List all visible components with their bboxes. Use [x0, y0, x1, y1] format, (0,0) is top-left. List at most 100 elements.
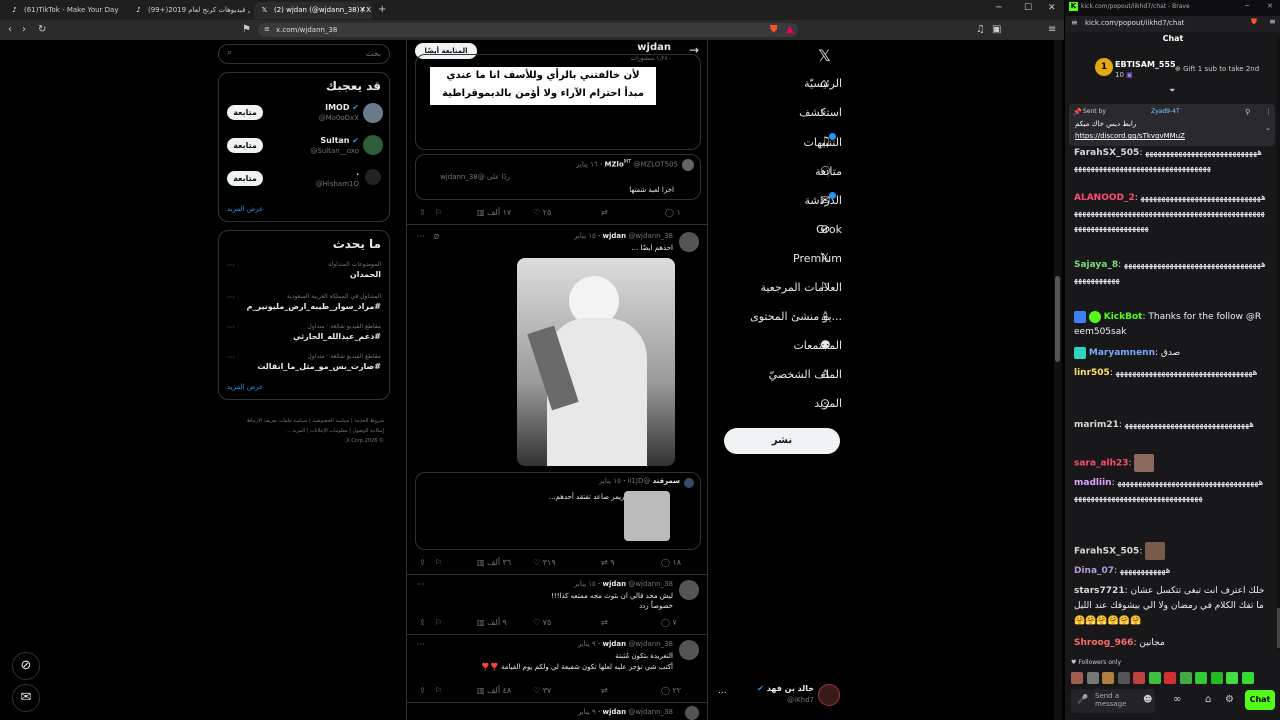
tweet-author[interactable]: MZlo — [605, 160, 624, 168]
user-name[interactable]: IMOD — [325, 103, 349, 112]
more-options-icon[interactable]: ··· — [417, 232, 425, 241]
more-options-icon[interactable]: ... — [718, 686, 727, 696]
trend-item[interactable]: الحمدان — [350, 270, 381, 279]
send-message-input[interactable]: 🎤 Send a message ☻ — [1071, 689, 1155, 713]
like-icon[interactable]: ♡ ٢٥ — [533, 208, 551, 217]
tab-youtube[interactable]: ♪ (99+)أفضل فيديوهات كرنج لعام 2019 — [128, 2, 250, 19]
tweet-author[interactable]: wjdan — [602, 708, 626, 716]
nav-home[interactable]: الرئيسيّة — [804, 77, 842, 90]
bookmark-icon[interactable]: ⚐ — [435, 558, 442, 567]
retweet-icon[interactable]: ⇄ ٩ — [601, 558, 615, 567]
emote-image[interactable] — [1117, 672, 1130, 684]
chat-username[interactable]: Sajaya_8 — [1074, 260, 1118, 270]
like-icon[interactable]: ♡ ٣١٩ — [533, 558, 556, 567]
views-icon[interactable]: ▥ ٣٦ ألف — [477, 558, 511, 567]
close-window-icon[interactable]: ✕ — [1048, 3, 1056, 13]
avatar[interactable] — [365, 169, 381, 185]
share-icon[interactable]: ⇪ — [419, 558, 426, 567]
nav-chat[interactable]: الدردشة — [804, 194, 842, 207]
user-name[interactable]: Sultan — [320, 136, 349, 145]
messages-fab-icon[interactable]: ✉ — [12, 684, 40, 712]
chat-username[interactable]: stars7721 — [1074, 586, 1125, 596]
address-bar[interactable]: ≡ x.com/wjdann_38 — [258, 23, 798, 37]
nav-more[interactable]: المزيد — [814, 397, 842, 410]
emote-image[interactable] — [1148, 672, 1161, 684]
retweet-icon[interactable]: ⇄ — [601, 686, 608, 695]
chat-username[interactable]: Maryamnenn — [1089, 348, 1155, 358]
bookmark-icon[interactable]: ⚐ — [435, 618, 442, 627]
views-icon[interactable]: ▥ ٤٨ ألف — [477, 686, 511, 695]
emote-image[interactable] — [1195, 672, 1207, 684]
more-options-icon[interactable]: ··· — [227, 261, 235, 270]
chat-username[interactable]: KickBot — [1104, 312, 1143, 322]
top-gifter-name[interactable]: EBTISAM_555 — [1115, 60, 1176, 69]
emote-image[interactable] — [1179, 672, 1192, 684]
tab-tiktok[interactable]: ♪ (61)TikTok - Make Your Day — [4, 2, 124, 19]
bookmark-page-icon[interactable]: ⚑ — [242, 24, 251, 35]
nav-grok[interactable]: Grok — [816, 223, 842, 236]
reload-icon[interactable]: ↻ — [38, 24, 46, 35]
reply-icon[interactable]: ◯ ٧ — [661, 618, 677, 627]
brave-shield-icon[interactable]: ⛊ — [770, 24, 778, 35]
maximize-icon[interactable]: ☐ — [1024, 3, 1032, 13]
tweet-author[interactable]: wjdan — [602, 580, 626, 588]
store-icon[interactable]: ⌂ — [1205, 694, 1211, 705]
views-icon[interactable]: ▥ ١٧ ألف — [477, 208, 511, 217]
discord-link[interactable]: https://discord.gg/sTkvgvMMuZ — [1075, 132, 1185, 140]
x-logo-icon[interactable]: 𝕏 — [818, 46, 831, 65]
avatar[interactable] — [679, 580, 699, 600]
site-info-icon[interactable]: ≡ — [1071, 18, 1078, 27]
nav-explore[interactable]: استكشف — [799, 106, 842, 119]
trend-item[interactable]: #مراد_سوار_طيبه_ارض_مليونير_م — [247, 302, 381, 311]
more-options-icon[interactable]: ⋮ — [1265, 108, 1272, 116]
menu-icon[interactable]: ≡ — [1048, 24, 1056, 35]
pinned-author[interactable]: Zyad9-4T — [1151, 108, 1180, 115]
like-icon[interactable]: ♡ ٧٥ — [533, 618, 551, 627]
back-icon[interactable]: ‹ — [8, 24, 12, 35]
more-options-icon[interactable]: ··· — [417, 580, 425, 589]
like-icon[interactable]: ♡ ٣٧ — [533, 686, 551, 695]
avatar[interactable] — [363, 103, 383, 123]
avatar[interactable] — [363, 135, 383, 155]
chat-username[interactable]: madliin — [1074, 478, 1112, 488]
avatar[interactable] — [679, 640, 699, 660]
close-window-icon[interactable]: ✕ — [1267, 2, 1273, 10]
follow-button[interactable]: متابعة — [227, 138, 263, 153]
chat-username[interactable]: sara_alh23 — [1074, 459, 1129, 469]
scrollbar-thumb[interactable] — [1055, 276, 1060, 362]
chat-username[interactable]: FarahSX_505 — [1074, 547, 1139, 557]
reply-icon[interactable]: ◯ ١٨ — [661, 558, 681, 567]
bookmark-icon[interactable]: ⚐ — [435, 208, 442, 217]
chat-username[interactable]: marim21 — [1074, 420, 1119, 430]
more-options-icon[interactable]: ··· — [227, 293, 235, 302]
nav-premium[interactable]: Premium — [793, 252, 842, 265]
settings-icon[interactable]: ⚙ — [1225, 694, 1234, 705]
chat-username[interactable]: Dina_07 — [1074, 566, 1114, 576]
emote-image[interactable] — [1133, 672, 1145, 684]
nav-creator-studio[interactable]: ...يو منشئ المحتوى — [750, 310, 842, 323]
trend-item[interactable]: #صارت_بس_مو_مثل_ما_انقالت — [257, 362, 381, 371]
chat-username[interactable]: ALANOOD_2 — [1074, 193, 1135, 203]
retweet-icon[interactable]: ⇄ — [601, 618, 608, 627]
forward-icon[interactable]: › — [22, 24, 26, 35]
unpin-icon[interactable]: ⚲ — [1245, 108, 1250, 116]
trend-item[interactable]: #دعم_عبدالله_الحارثي — [293, 332, 381, 341]
nav-notifications[interactable]: التنبيهات — [804, 136, 842, 149]
emote-image[interactable] — [1086, 672, 1099, 684]
show-more-link[interactable]: عرض المزيد — [227, 205, 263, 213]
tweet-photo[interactable] — [517, 258, 675, 466]
emote-image[interactable] — [1210, 672, 1223, 684]
account-switcher[interactable]: خالد بن فهد ✔ @iKhd7 ... — [716, 680, 844, 710]
minimize-icon[interactable]: ─ — [1245, 2, 1249, 10]
bookmark-icon[interactable]: ⚐ — [435, 686, 442, 695]
brave-rewards-icon[interactable]: ▲ — [786, 24, 794, 35]
nav-bookmarks[interactable]: العلامات المرجعية — [760, 281, 842, 294]
search-input[interactable]: بحث ⌕ — [218, 44, 390, 64]
share-icon[interactable]: ⇪ — [419, 686, 426, 695]
quoted-tweet-card[interactable]: سمرقند @ii1JD · ١٥ يناير جائزة افضل ستري… — [415, 472, 701, 550]
brave-shield-icon[interactable]: ⛊ — [1251, 17, 1257, 27]
more-options-icon[interactable]: ··· — [417, 640, 425, 649]
emote-image[interactable] — [1164, 672, 1176, 684]
new-tab-icon[interactable]: + — [378, 4, 386, 15]
mic-icon[interactable]: 🎤 — [1077, 695, 1088, 705]
